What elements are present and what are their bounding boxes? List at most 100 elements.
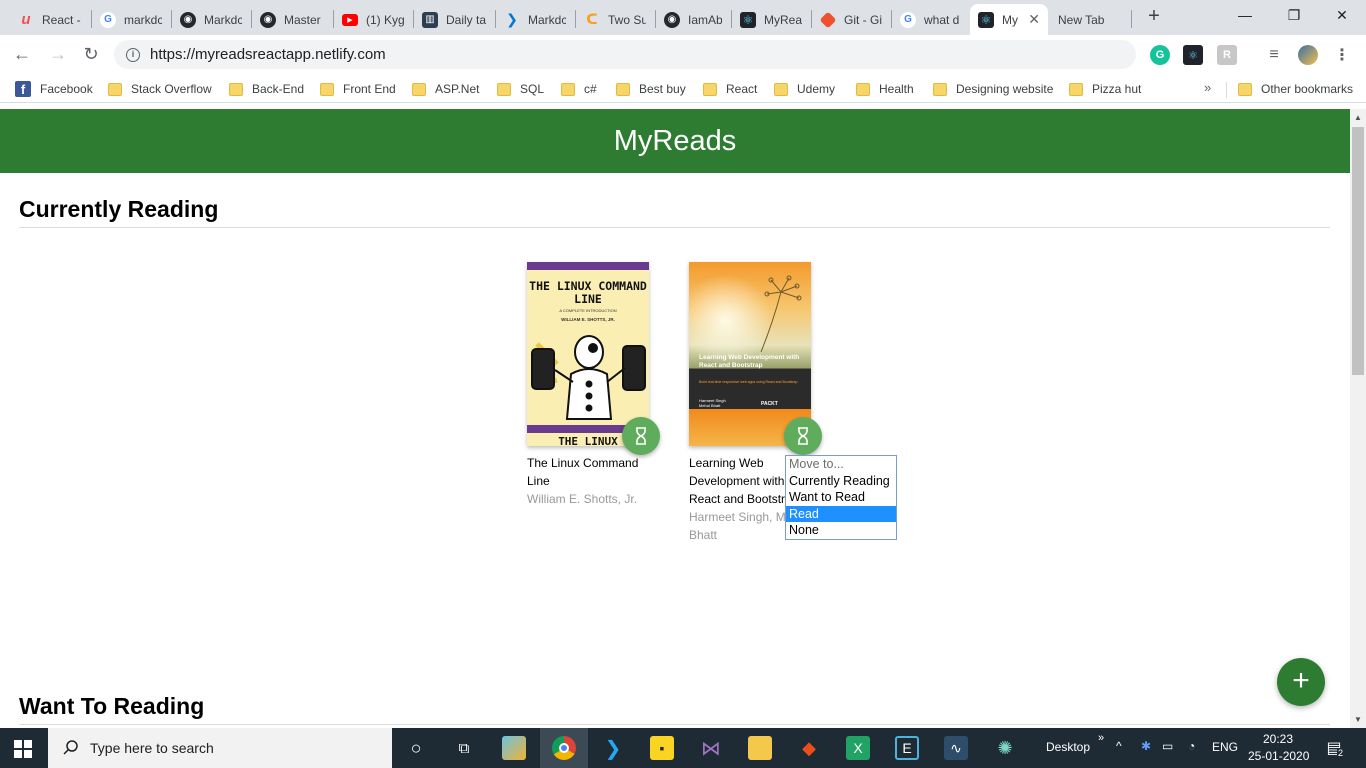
browser-tab[interactable]: ◉ Markdc bbox=[172, 4, 250, 35]
browser-tab[interactable]: ᑕ Two Su bbox=[576, 4, 654, 35]
browser-tab[interactable]: ⚛ MyRea bbox=[732, 4, 810, 35]
cover-subtitle: Build real-time responsive web apps usin… bbox=[699, 380, 798, 384]
wifi-icon[interactable]: ◔ bbox=[1188, 739, 1195, 753]
language-indicator[interactable]: ENG bbox=[1212, 740, 1238, 754]
folder-icon bbox=[933, 82, 947, 96]
desktop-toolbar-chevron[interactable]: » bbox=[1098, 732, 1104, 744]
move-to-option-want-to-read[interactable]: Want to Read bbox=[786, 489, 896, 506]
paint-icon[interactable] bbox=[502, 736, 526, 760]
windows-start-icon[interactable] bbox=[14, 740, 32, 758]
task-view-icon[interactable]: ⧉ bbox=[452, 736, 476, 760]
restore-button[interactable]: ❐ bbox=[1279, 4, 1309, 28]
browser-tab[interactable]: Git - Gi bbox=[812, 4, 890, 35]
add-book-button[interactable]: + bbox=[1277, 658, 1325, 706]
grammarly-icon[interactable]: G bbox=[1150, 45, 1170, 65]
back-icon[interactable]: ← bbox=[10, 43, 34, 67]
profile-avatar[interactable] bbox=[1298, 45, 1318, 65]
taskbar-search-box[interactable]: Type here to search bbox=[48, 728, 392, 768]
move-to-option-none[interactable]: None bbox=[786, 522, 896, 539]
browser-tab[interactable]: ◉ Master bbox=[252, 4, 332, 35]
bookmark-folder[interactable]: Pizza hut bbox=[1069, 80, 1141, 98]
excel-icon[interactable]: X bbox=[846, 736, 870, 760]
browser-tab[interactable]: G what d bbox=[892, 4, 968, 35]
browser-tab[interactable]: ▥ Daily ta bbox=[414, 4, 494, 35]
book-cover-react-bootstrap[interactable]: Learning Web Development with React and … bbox=[689, 262, 811, 446]
bookmark-folder[interactable]: SQL bbox=[497, 80, 544, 98]
bookmark-facebook[interactable]: f Facebook bbox=[15, 80, 93, 98]
browser-tab[interactable]: ❯ Markdc bbox=[496, 4, 574, 35]
bookmark-folder[interactable]: Designing website bbox=[933, 80, 1053, 98]
browser-tab[interactable]: New Tab bbox=[1050, 4, 1130, 35]
bookmark-folder[interactable]: Udemy bbox=[774, 80, 835, 98]
move-to-dropdown[interactable]: Move to... Currently Reading Want to Rea… bbox=[785, 455, 897, 540]
page-scrollbar[interactable]: ▲ ▼ bbox=[1350, 109, 1366, 728]
sql-icon[interactable]: ∿ bbox=[944, 736, 968, 760]
browser-toolbar: ← → ↻ i https://myreadsreactapp.netlify.… bbox=[0, 35, 1366, 74]
clock-time[interactable]: 20:23 bbox=[1263, 732, 1293, 746]
youtube-icon: ▶ bbox=[342, 13, 358, 26]
other-bookmarks[interactable]: Other bookmarks bbox=[1238, 80, 1353, 98]
bluetooth-icon[interactable]: ✱ bbox=[1141, 739, 1151, 753]
browser-tab[interactable]: u React - bbox=[10, 4, 90, 35]
bookmark-folder[interactable]: Back-End bbox=[229, 80, 304, 98]
cover-subtitle: A COMPLETE INTRODUCTION bbox=[559, 308, 617, 313]
file-explorer-icon[interactable] bbox=[748, 736, 772, 760]
book-cover-linux[interactable]: THE LINUX COMMAND LINE A COMPLETE INTROD… bbox=[527, 262, 649, 446]
new-tab-button[interactable]: + bbox=[1143, 6, 1165, 28]
browser-tab[interactable]: G markdc bbox=[92, 4, 170, 35]
media-controls-icon[interactable]: ≡ bbox=[1264, 45, 1284, 65]
address-bar[interactable]: i https://myreadsreactapp.netlify.com bbox=[114, 40, 1136, 69]
minimize-button[interactable]: — bbox=[1230, 4, 1260, 28]
menu-icon[interactable]: ⋮ bbox=[1332, 45, 1352, 65]
shelf-title: Want To Reading bbox=[19, 693, 1330, 725]
bookmark-folder[interactable]: ASP.Net bbox=[412, 80, 479, 98]
browser-tab[interactable]: ◉ IamAbl bbox=[656, 4, 730, 35]
hourglass-icon bbox=[636, 427, 646, 445]
bookmark-folder[interactable]: React bbox=[703, 80, 757, 98]
github-icon: ◉ bbox=[664, 11, 680, 28]
shelf-changer-button[interactable] bbox=[622, 417, 660, 455]
bookmarks-overflow-button[interactable]: » bbox=[1204, 80, 1211, 95]
book-author: William E. Shotts, Jr. bbox=[527, 492, 638, 506]
folder-icon bbox=[1238, 82, 1252, 96]
shelf-changer-button[interactable] bbox=[784, 417, 822, 455]
forward-icon[interactable]: → bbox=[46, 43, 70, 67]
redux-devtools-icon[interactable]: R bbox=[1217, 45, 1237, 65]
window-close-button[interactable]: ✕ bbox=[1327, 4, 1357, 28]
move-to-option-currently-reading[interactable]: Currently Reading bbox=[786, 473, 896, 490]
clock-date[interactable]: 25-01-2020 bbox=[1248, 749, 1309, 763]
bookmark-folder[interactable]: Front End bbox=[320, 80, 396, 98]
browser-tab-active[interactable]: ⚛ My ✕ bbox=[970, 4, 1048, 35]
desktop-toolbar-label[interactable]: Desktop bbox=[1046, 740, 1090, 754]
bookmark-folder[interactable]: c# bbox=[561, 80, 597, 98]
hourglass-icon bbox=[798, 427, 808, 445]
bookmark-folder[interactable]: Best buy bbox=[616, 80, 686, 98]
bookmark-folder[interactable]: Health bbox=[856, 80, 914, 98]
tray-overflow-icon[interactable]: ^ bbox=[1116, 739, 1122, 753]
reload-icon[interactable]: ↻ bbox=[79, 43, 103, 67]
sticky-notes-icon[interactable]: ▪ bbox=[650, 736, 674, 760]
react-devtools-icon[interactable]: ⚛ bbox=[1183, 45, 1203, 65]
terminal-icon[interactable]: E bbox=[895, 736, 919, 760]
scroll-up-icon[interactable]: ▲ bbox=[1354, 113, 1362, 122]
browser-tab[interactable]: ▶ (1) Kyg bbox=[334, 4, 412, 35]
github-icon: ◉ bbox=[180, 11, 196, 28]
bookmark-folder[interactable]: Stack Overflow bbox=[108, 80, 212, 98]
bookshelf-want-to-read: Want To Reading bbox=[19, 693, 1330, 725]
battery-icon[interactable]: ▭ bbox=[1162, 739, 1173, 753]
tab-close-icon[interactable]: ✕ bbox=[1022, 11, 1040, 28]
brain-app-icon[interactable]: ✺ bbox=[993, 736, 1017, 760]
git-client-icon[interactable]: ◆ bbox=[797, 736, 821, 760]
chrome-icon[interactable] bbox=[552, 736, 576, 760]
visual-studio-icon[interactable]: ⋈ bbox=[699, 736, 723, 760]
vscode-taskbar-icon[interactable]: ❯ bbox=[601, 736, 625, 760]
url-text[interactable]: https://myreadsreactapp.netlify.com bbox=[150, 46, 386, 63]
folder-icon bbox=[320, 82, 334, 96]
cortana-icon[interactable]: ○ bbox=[404, 736, 428, 760]
scroll-down-icon[interactable]: ▼ bbox=[1354, 715, 1362, 724]
trello-icon: ▥ bbox=[422, 11, 438, 28]
search-icon bbox=[63, 740, 78, 755]
scrollbar-thumb[interactable] bbox=[1352, 127, 1364, 375]
move-to-option-read[interactable]: Read bbox=[786, 505, 896, 522]
site-info-icon[interactable]: i bbox=[126, 47, 140, 62]
